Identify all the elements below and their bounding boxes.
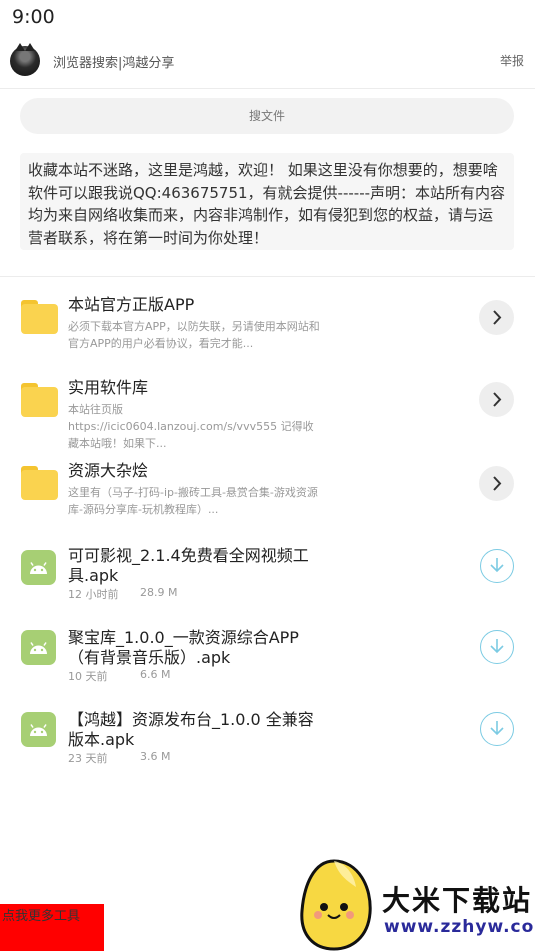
folder-title: 本站官方正版APP: [68, 295, 195, 314]
folder-icon: [21, 300, 58, 334]
more-tools-button[interactable]: 点我更多工具: [0, 904, 104, 951]
notice-text: 收藏本站不迷路，这里是鸿越，欢迎！ 如果这里没有你想要的，想要啥软件可以跟我说Q…: [20, 153, 514, 250]
file-row[interactable]: 聚宝库_1.0.0_一款资源综合APP（有背景音乐版）.apk 10 天前 6.…: [0, 620, 535, 690]
watermark-name: 大米下载站: [382, 884, 533, 917]
file-row[interactable]: 【鸿越】资源发布台_1.0.0 全兼容版本.apk 23 天前 3.6 M: [0, 702, 535, 772]
file-size: 3.6 M: [140, 750, 171, 763]
file-title: 可可影视_2.1.4免费看全网视频工具.apk: [68, 546, 309, 585]
avatar[interactable]: [10, 43, 40, 76]
folder-row[interactable]: 实用软件库 本站往页版 https://icic0604.lanzouj.com…: [0, 373, 535, 453]
more-tools-label: 点我更多工具: [2, 909, 81, 924]
download-button[interactable]: [480, 712, 514, 746]
status-bar: 9:00: [0, 0, 535, 38]
download-icon: [490, 558, 504, 573]
rice-mascot-icon: [300, 859, 372, 951]
folder-title: 资源大杂烩: [68, 461, 149, 480]
chevron-right-button[interactable]: [479, 382, 514, 417]
file-size: 28.9 M: [140, 586, 178, 599]
folder-icon: [21, 466, 58, 500]
folder-row[interactable]: 资源大杂烩 这里有（马子-打码-ip-搬砖工具-悬赏合集-游戏资源库-源码分享库…: [0, 456, 535, 526]
folder-title: 实用软件库: [68, 378, 149, 397]
download-icon: [490, 721, 504, 736]
chevron-right-icon: [493, 392, 502, 407]
watermark: 大米下载站 www.zzhyw.com: [294, 857, 535, 951]
header: 浏览器搜索|鸿越分享 举报: [0, 40, 535, 84]
header-title: 浏览器搜索|鸿越分享: [53, 56, 175, 71]
header-divider: [0, 88, 535, 89]
folder-icon: [21, 383, 58, 417]
folder-desc: 必须下载本官方APP，以防失联，另请使用本网站和官方APP的用户必看协议，看完才…: [68, 320, 320, 350]
chevron-right-icon: [493, 476, 502, 491]
notice-divider: [0, 276, 535, 277]
folder-desc: 本站往页版 https://icic0604.lanzouj.com/s/vvv…: [68, 403, 314, 450]
folder-row[interactable]: 本站官方正版APP 必须下载本官方APP，以防失联，另请使用本网站和官方APP的…: [0, 290, 535, 360]
chevron-right-icon: [493, 310, 502, 325]
folder-desc: 这里有（马子-打码-ip-搬砖工具-悬赏合集-游戏资源库-源码分享库-玩机教程库…: [68, 486, 318, 516]
watermark-url: www.zzhyw.com: [384, 917, 535, 937]
file-size: 6.6 M: [140, 668, 171, 681]
search-input[interactable]: 搜文件: [20, 98, 514, 134]
download-button[interactable]: [480, 549, 514, 583]
report-link[interactable]: 举报: [500, 52, 524, 69]
file-time: 10 天前: [68, 670, 108, 683]
file-row[interactable]: 可可影视_2.1.4免费看全网视频工具.apk 12 小时前 28.9 M: [0, 538, 535, 608]
file-title: 聚宝库_1.0.0_一款资源综合APP（有背景音乐版）.apk: [68, 628, 299, 667]
chevron-right-button[interactable]: [479, 300, 514, 335]
file-time: 12 小时前: [68, 588, 119, 601]
file-title: 【鸿越】资源发布台_1.0.0 全兼容版本.apk: [68, 710, 314, 749]
chevron-right-button[interactable]: [479, 466, 514, 501]
android-icon: [21, 712, 56, 747]
file-time: 23 天前: [68, 752, 108, 765]
android-icon: [21, 630, 56, 665]
status-time: 9:00: [12, 6, 55, 28]
download-button[interactable]: [480, 630, 514, 664]
download-icon: [490, 639, 504, 654]
android-icon: [21, 550, 56, 585]
